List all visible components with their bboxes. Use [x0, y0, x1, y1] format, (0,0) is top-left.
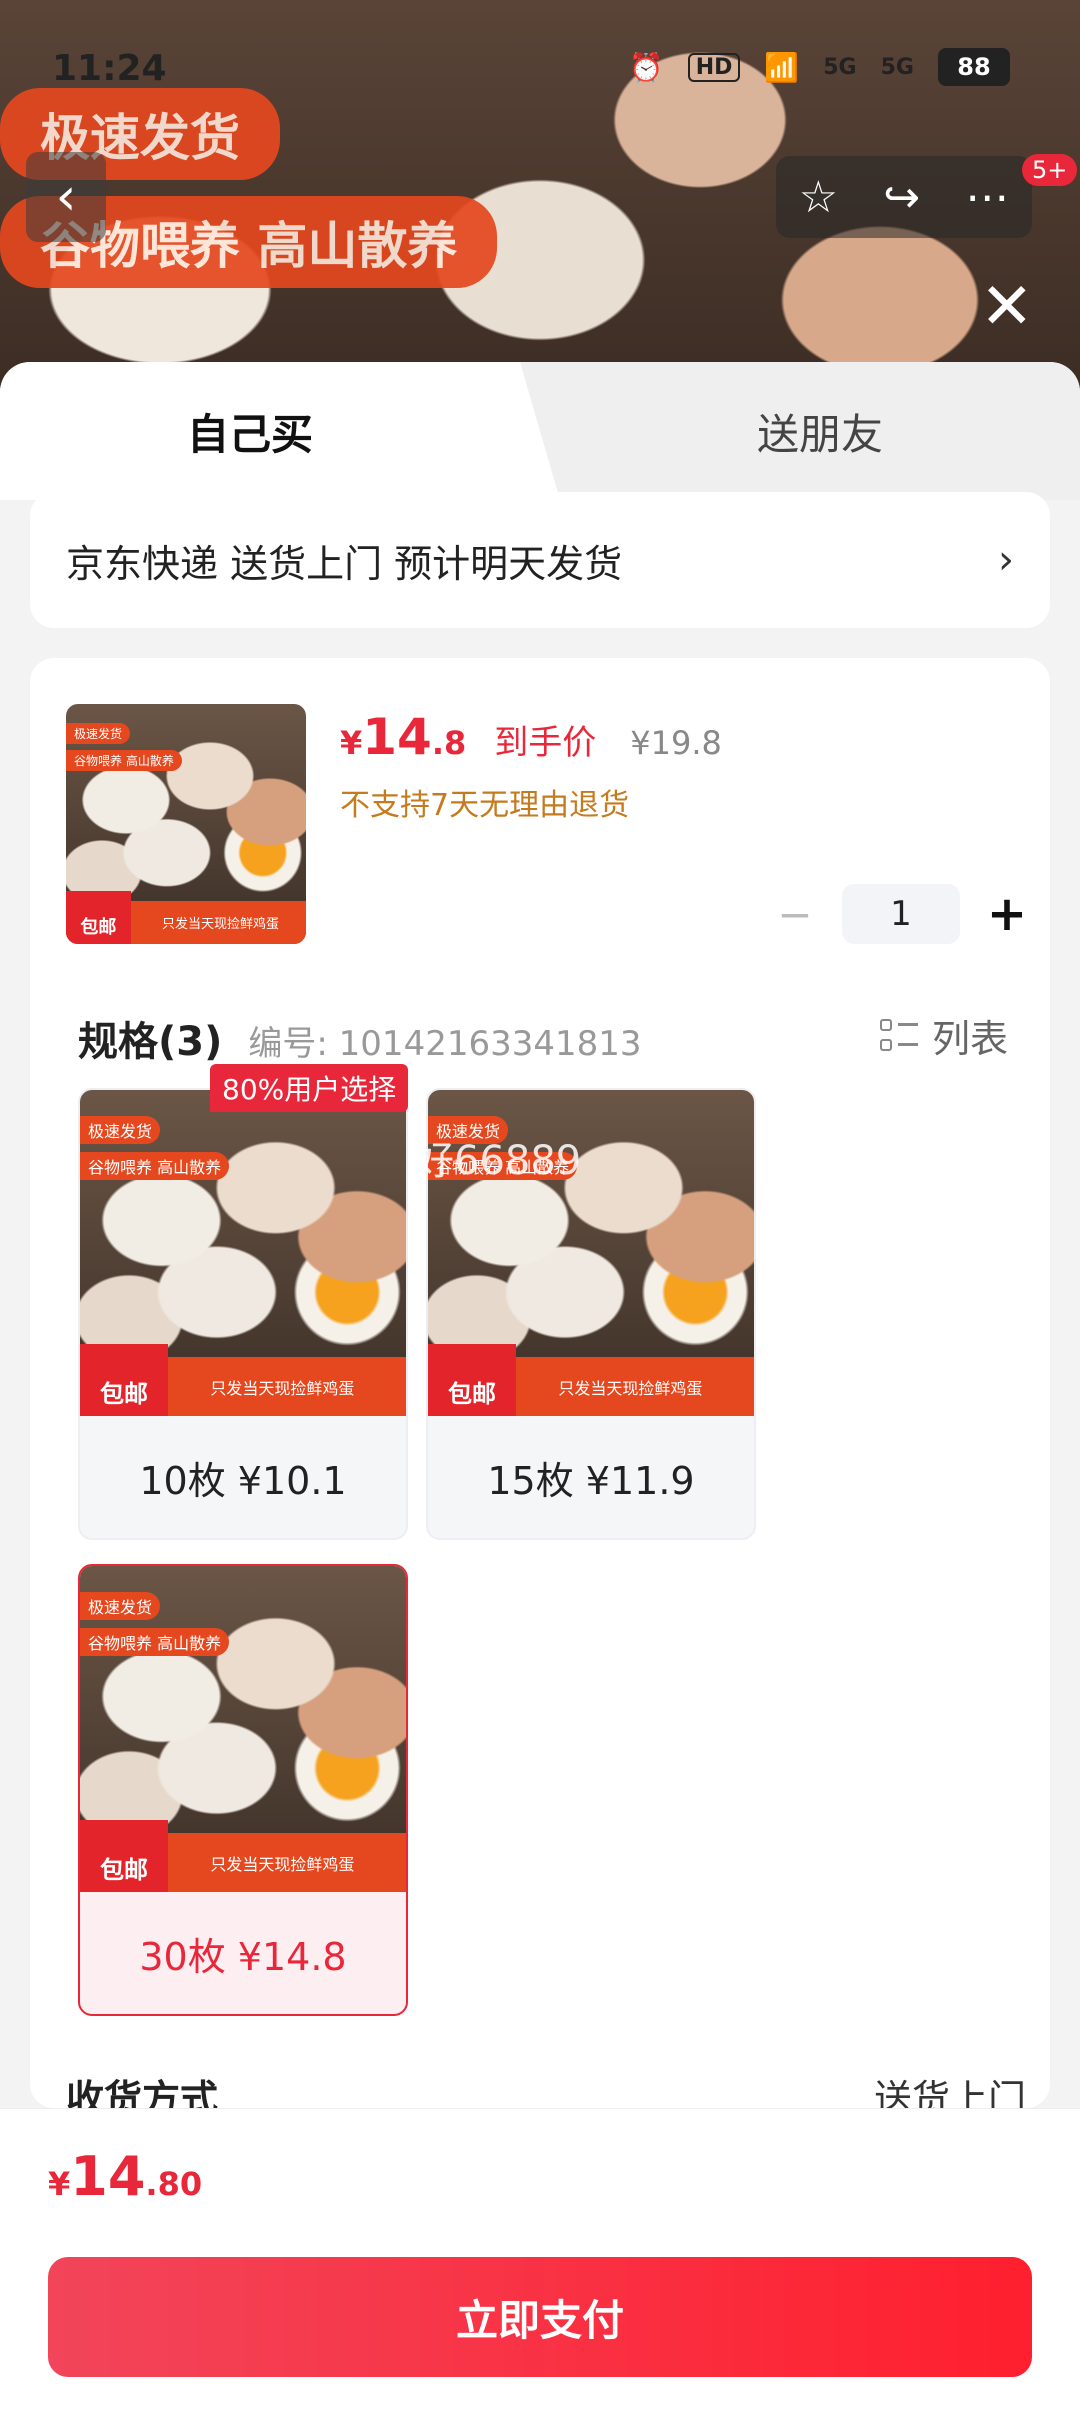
checkout-bar: ¥ 14 .80 立即支付 [0, 2108, 1080, 2412]
status-time: 11:24 [52, 48, 167, 89]
option-tag: 极速发货 [80, 1116, 161, 1145]
status-bar: 11:24 ⏰ HD 📶 5G 5G 88 [0, 0, 1080, 140]
return-policy: 不支持7天无理由退货 [340, 788, 630, 823]
price-label: 到手价 [494, 723, 597, 763]
popular-badge: 80%用户选择 [210, 1064, 409, 1112]
option-tag: 谷物喂养 高山散养 [80, 1151, 230, 1180]
product-thumbnail[interactable]: 极速发货 谷物喂养 高山散养 只发当天现捡鲜鸡蛋 包邮 [66, 704, 306, 944]
tab-buy-self[interactable]: 自己买 [0, 362, 560, 500]
list-icon [879, 1017, 918, 1055]
pay-now-button[interactable]: 立即支付 [48, 2257, 1032, 2377]
thumb-tag: 谷物喂养 高山散养 [66, 749, 182, 771]
original-price: ¥19.8 [630, 724, 722, 762]
product-code: 编号: 10142163341813 [248, 1023, 642, 1064]
top-actions: ☆ ↪ ⋯ [776, 156, 1032, 238]
minus-button[interactable]: − [770, 890, 820, 939]
total-price: ¥ 14 .80 [48, 2145, 202, 2208]
spec-header: 规格(3) 编号: 10142163341813 列表 [78, 1008, 1008, 1067]
list-label: 列表 [931, 1017, 1008, 1061]
thumb-tag: 极速发货 [66, 723, 131, 745]
option-image: 极速发货 谷物喂养 高山散养 只发当天现捡鲜鸡蛋 包邮 [80, 1090, 406, 1416]
option-free-shipping: 包邮 [428, 1344, 517, 1416]
tab-bar: 送朋友 自己买 [0, 362, 1080, 500]
signal-5g-icon: 5G [823, 54, 857, 80]
tab-gift-friend[interactable]: 送朋友 [560, 362, 1080, 500]
product-card: 极速发货 谷物喂养 高山散养 只发当天现捡鲜鸡蛋 包邮 ¥14.8 到手价 ¥1… [30, 658, 1050, 2121]
purchase-sheet: 送朋友 自己买 京东快递 送货上门 预计明天发货 › 极速发货 谷物喂养 高山散… [0, 362, 1080, 2412]
chevron-left-icon: ‹ [55, 167, 77, 227]
alarm-icon: ⏰ [628, 50, 664, 84]
option-label: 15枚 ¥11.9 [487, 1458, 695, 1503]
hd-icon: HD [687, 52, 741, 82]
close-icon[interactable]: ✕ [980, 270, 1034, 344]
quantity-stepper: − 1 + [770, 884, 1032, 944]
price-decimal: .8 [431, 724, 467, 762]
spec-title: 规格(3) [78, 1018, 223, 1065]
option-tag: 谷物喂养 高山散养 [80, 1627, 230, 1656]
price-integer: 14 [362, 708, 432, 766]
list-view-toggle[interactable]: 列表 [879, 1008, 1008, 1063]
battery-icon: 88 [938, 48, 1010, 86]
option-label: 10枚 ¥10.1 [139, 1458, 347, 1503]
spec-option-selected[interactable]: 极速发货 谷物喂养 高山散养 只发当天现捡鲜鸡蛋 包邮 30枚 ¥14.8 [78, 1564, 408, 2016]
message-badge: 5+ [1022, 154, 1078, 186]
price-symbol: ¥ [340, 724, 363, 762]
option-free-shipping: 包邮 [80, 1820, 169, 1892]
total-decimal: .80 [145, 2165, 203, 2203]
thumb-free-shipping: 包邮 [66, 891, 131, 944]
delivery-row[interactable]: 京东快递 送货上门 预计明天发货 › [30, 492, 1050, 628]
option-tag: 极速发货 [80, 1592, 161, 1621]
back-button[interactable]: ‹ [26, 152, 106, 242]
star-icon[interactable]: ☆ [799, 172, 838, 223]
price-block: ¥14.8 到手价 ¥19.8 不支持7天无理由退货 [340, 708, 722, 824]
plus-button[interactable]: + [982, 886, 1032, 942]
chevron-right-icon: › [998, 537, 1014, 583]
total-symbol: ¥ [48, 2165, 71, 2203]
share-icon[interactable]: ↪ [883, 172, 920, 223]
option-label: 30枚 ¥14.8 [139, 1934, 347, 1979]
wifi-icon: 📶 [764, 50, 800, 84]
spec-option[interactable]: 极速发货 谷物喂养 高山散养 只发当天现捡鲜鸡蛋 包邮 10枚 ¥10.1 [78, 1088, 408, 1540]
option-image: 极速发货 谷物喂养 高山散养 只发当天现捡鲜鸡蛋 包邮 [80, 1566, 406, 1892]
option-free-shipping: 包邮 [80, 1344, 169, 1416]
total-integer: 14 [70, 2145, 146, 2208]
quantity-value[interactable]: 1 [842, 884, 960, 944]
more-icon[interactable]: ⋯ [965, 172, 1009, 223]
watermark: 好66889 [414, 1138, 582, 1184]
delivery-text: 京东快递 送货上门 预计明天发货 [66, 541, 623, 586]
signal-5g-icon-2: 5G [880, 54, 914, 80]
